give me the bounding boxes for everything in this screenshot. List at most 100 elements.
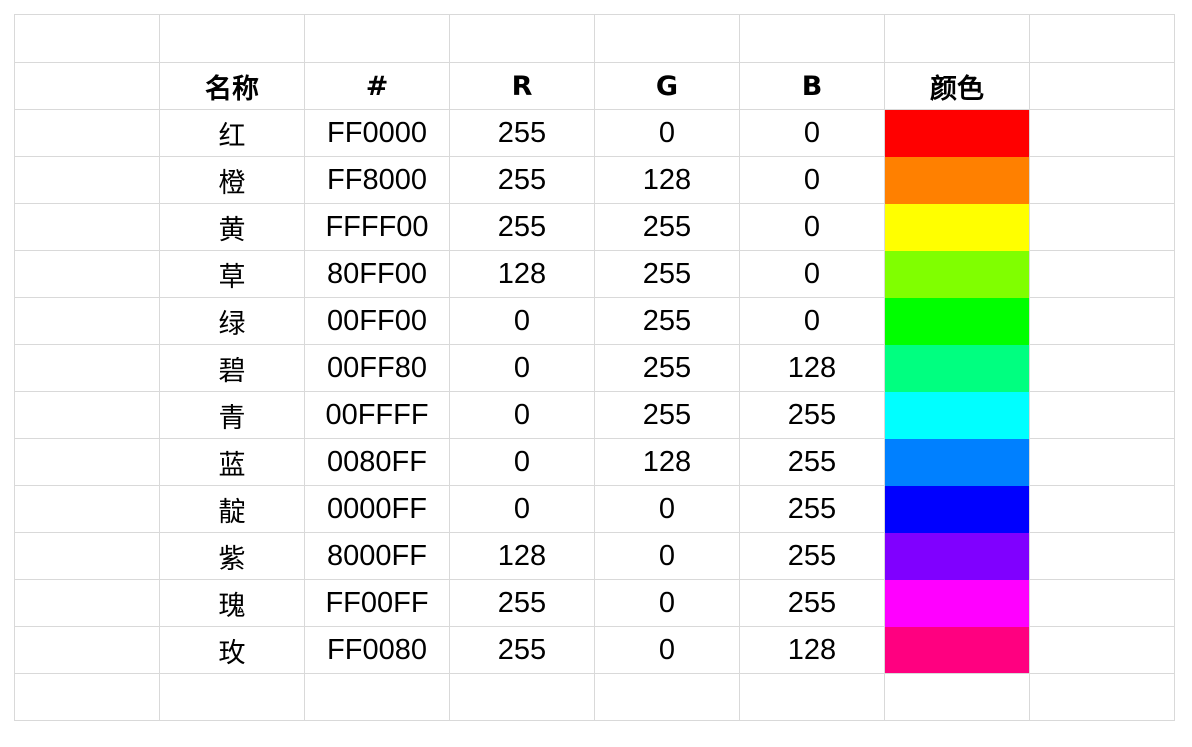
header-color[interactable]: 颜色 — [884, 62, 1030, 110]
b-value-cell[interactable]: 255 — [739, 579, 885, 627]
hex-cell[interactable]: FFFF00 — [304, 203, 450, 251]
color-name-cell[interactable]: 蓝 — [159, 438, 305, 486]
g-value-cell[interactable]: 255 — [594, 250, 740, 298]
color-name-cell[interactable]: 紫 — [159, 532, 305, 580]
cell[interactable] — [1029, 673, 1175, 721]
cell[interactable] — [1029, 391, 1175, 439]
hex-cell[interactable]: 00FFFF — [304, 391, 450, 439]
cell[interactable] — [14, 438, 160, 486]
color-name-cell[interactable]: 绿 — [159, 297, 305, 345]
g-value-cell[interactable]: 255 — [594, 391, 740, 439]
b-value-cell[interactable]: 128 — [739, 344, 885, 392]
r-value-cell[interactable]: 255 — [449, 626, 595, 674]
cell[interactable] — [449, 673, 595, 721]
g-value-cell[interactable]: 255 — [594, 344, 740, 392]
g-value-cell[interactable]: 128 — [594, 438, 740, 486]
color-swatch-cell[interactable] — [884, 438, 1030, 486]
hex-cell[interactable]: 00FF00 — [304, 297, 450, 345]
cell[interactable] — [1029, 438, 1175, 486]
g-value-cell[interactable]: 255 — [594, 297, 740, 345]
color-name-cell[interactable]: 玫 — [159, 626, 305, 674]
hex-cell[interactable]: FF8000 — [304, 156, 450, 204]
g-value-cell[interactable]: 128 — [594, 156, 740, 204]
cell[interactable] — [14, 626, 160, 674]
r-value-cell[interactable]: 0 — [449, 391, 595, 439]
color-swatch-cell[interactable] — [884, 532, 1030, 580]
cell[interactable] — [449, 14, 595, 63]
cell[interactable] — [1029, 485, 1175, 533]
color-name-cell[interactable]: 草 — [159, 250, 305, 298]
color-swatch-cell[interactable] — [884, 250, 1030, 298]
color-name-cell[interactable]: 瑰 — [159, 579, 305, 627]
cell[interactable] — [1029, 156, 1175, 204]
hex-cell[interactable]: 00FF80 — [304, 344, 450, 392]
hex-cell[interactable]: FF0000 — [304, 109, 450, 157]
b-value-cell[interactable]: 0 — [739, 109, 885, 157]
color-swatch-cell[interactable] — [884, 579, 1030, 627]
color-name-cell[interactable]: 青 — [159, 391, 305, 439]
header-g[interactable]: G — [594, 62, 740, 110]
color-swatch-cell[interactable] — [884, 485, 1030, 533]
cell[interactable] — [594, 673, 740, 721]
cell[interactable] — [594, 14, 740, 63]
cell[interactable] — [14, 203, 160, 251]
color-swatch-cell[interactable] — [884, 109, 1030, 157]
cell[interactable] — [14, 62, 160, 110]
color-swatch-cell[interactable] — [884, 156, 1030, 204]
cell[interactable] — [884, 14, 1030, 63]
cell[interactable] — [14, 673, 160, 721]
b-value-cell[interactable]: 0 — [739, 156, 885, 204]
r-value-cell[interactable]: 128 — [449, 532, 595, 580]
header-name[interactable]: 名称 — [159, 62, 305, 110]
color-name-cell[interactable]: 红 — [159, 109, 305, 157]
hex-cell[interactable]: 0000FF — [304, 485, 450, 533]
r-value-cell[interactable]: 128 — [449, 250, 595, 298]
cell[interactable] — [14, 156, 160, 204]
header-r[interactable]: R — [449, 62, 595, 110]
hex-cell[interactable]: FF00FF — [304, 579, 450, 627]
b-value-cell[interactable]: 0 — [739, 250, 885, 298]
color-swatch-cell[interactable] — [884, 203, 1030, 251]
cell[interactable] — [1029, 297, 1175, 345]
cell[interactable] — [14, 297, 160, 345]
cell[interactable] — [14, 344, 160, 392]
color-swatch-cell[interactable] — [884, 297, 1030, 345]
cell[interactable] — [14, 391, 160, 439]
cell[interactable] — [14, 109, 160, 157]
color-name-cell[interactable]: 碧 — [159, 344, 305, 392]
cell[interactable] — [14, 14, 160, 63]
color-swatch-cell[interactable] — [884, 344, 1030, 392]
cell[interactable] — [14, 485, 160, 533]
cell[interactable] — [1029, 532, 1175, 580]
r-value-cell[interactable]: 255 — [449, 579, 595, 627]
g-value-cell[interactable]: 0 — [594, 579, 740, 627]
cell[interactable] — [1029, 344, 1175, 392]
cell[interactable] — [14, 250, 160, 298]
r-value-cell[interactable]: 0 — [449, 344, 595, 392]
b-value-cell[interactable]: 0 — [739, 297, 885, 345]
cell[interactable] — [304, 14, 450, 63]
hex-cell[interactable]: FF0080 — [304, 626, 450, 674]
b-value-cell[interactable]: 0 — [739, 203, 885, 251]
r-value-cell[interactable]: 255 — [449, 203, 595, 251]
cell[interactable] — [1029, 250, 1175, 298]
b-value-cell[interactable]: 128 — [739, 626, 885, 674]
r-value-cell[interactable]: 255 — [449, 156, 595, 204]
g-value-cell[interactable]: 0 — [594, 109, 740, 157]
cell[interactable] — [1029, 626, 1175, 674]
cell[interactable] — [304, 673, 450, 721]
color-name-cell[interactable]: 橙 — [159, 156, 305, 204]
cell[interactable] — [159, 14, 305, 63]
cell[interactable] — [1029, 109, 1175, 157]
hex-cell[interactable]: 0080FF — [304, 438, 450, 486]
color-name-cell[interactable]: 黄 — [159, 203, 305, 251]
cell[interactable] — [1029, 579, 1175, 627]
r-value-cell[interactable]: 0 — [449, 438, 595, 486]
cell[interactable] — [14, 579, 160, 627]
cell[interactable] — [739, 673, 885, 721]
cell[interactable] — [1029, 62, 1175, 110]
r-value-cell[interactable]: 0 — [449, 297, 595, 345]
g-value-cell[interactable]: 255 — [594, 203, 740, 251]
b-value-cell[interactable]: 255 — [739, 438, 885, 486]
hex-cell[interactable]: 8000FF — [304, 532, 450, 580]
